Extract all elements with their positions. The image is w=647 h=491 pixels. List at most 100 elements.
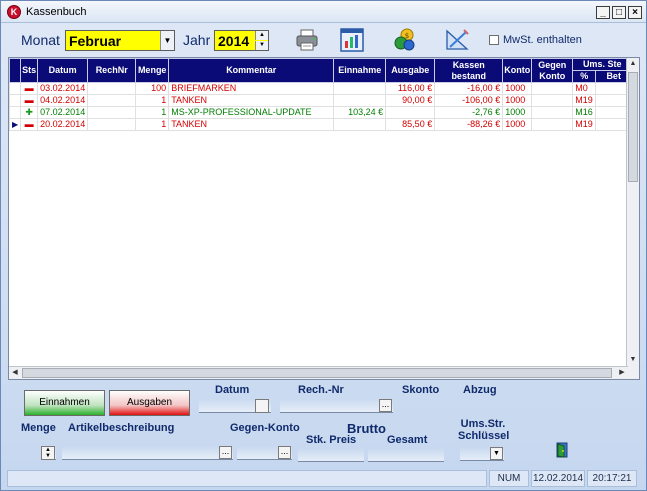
kommentar-cell[interactable]: TANKEN (168, 94, 335, 107)
ausgaben-button[interactable]: Ausgaben (109, 390, 190, 416)
kommentar-cell[interactable]: MS-XP-PROFESSIONAL-UPDATE (168, 106, 335, 119)
einnahme-cell[interactable] (333, 94, 387, 107)
gegenkonto-cell[interactable] (531, 106, 574, 119)
ust-pct-cell[interactable]: M19 (572, 94, 597, 107)
ausgabe-cell[interactable] (385, 106, 436, 119)
row-marker[interactable] (9, 106, 22, 119)
datum-cell[interactable]: 03.02.2014 (37, 82, 89, 95)
col-header-kommentar[interactable]: Kommentar (168, 58, 335, 83)
printer-icon[interactable] (294, 27, 320, 53)
menge-cell[interactable]: 100 (135, 82, 170, 95)
scroll-down-icon[interactable]: ▼ (627, 354, 639, 366)
chevron-down-icon[interactable]: ▼ (160, 31, 174, 50)
konto-cell[interactable]: 1000 (502, 94, 533, 107)
exit-door-icon[interactable] (554, 441, 572, 459)
ust-pct-cell[interactable]: M19 (572, 118, 597, 131)
row-marker[interactable] (9, 94, 22, 107)
kommentar-cell[interactable]: TANKEN (168, 118, 335, 131)
row-marker[interactable] (9, 82, 22, 95)
gegenkonto-cell[interactable] (531, 118, 574, 131)
einnahme-cell[interactable] (333, 118, 387, 131)
bestand-cell[interactable]: -106,00 € (434, 94, 504, 107)
datum-cell[interactable]: 07.02.2014 (37, 106, 89, 119)
col-header-einnahme[interactable]: Einnahme (333, 58, 387, 83)
ausgabe-cell[interactable]: 116,00 € (385, 82, 436, 95)
calendar-button-icon[interactable] (255, 399, 269, 413)
gegenkonto-cell[interactable] (531, 82, 574, 95)
kommentar-cell[interactable]: BRIEFMARKEN (168, 82, 335, 95)
datum-field[interactable] (199, 399, 271, 413)
col-header-pct[interactable]: % (572, 70, 597, 83)
spin-up-icon[interactable]: ▲ (255, 31, 268, 40)
horizontal-scrollbar[interactable]: ◀ ▶ (9, 366, 628, 379)
einnahme-cell[interactable]: 103,24 € (333, 106, 387, 119)
einnahmen-button[interactable]: Einnahmen (24, 390, 105, 416)
menge-cell[interactable]: 1 (135, 106, 170, 119)
col-header-menge[interactable]: Menge (135, 58, 170, 83)
col-header-sts[interactable]: Sts (20, 58, 39, 83)
maximize-button[interactable]: □ (612, 6, 626, 19)
einnahme-cell[interactable] (333, 82, 387, 95)
datum-cell[interactable]: 04.02.2014 (37, 94, 89, 107)
spin-down-icon[interactable]: ▼ (255, 41, 268, 50)
chevron-down-icon[interactable]: ▼ (490, 447, 503, 460)
chart-icon[interactable] (339, 27, 365, 53)
year-stepper[interactable]: 2014 ▲ ▼ (214, 30, 269, 51)
col-header-rechnr[interactable]: RechNr (87, 58, 137, 83)
scroll-up-icon[interactable]: ▲ (627, 58, 639, 70)
status-cell[interactable]: ▬ (20, 82, 39, 95)
gegenkonto-browse-icon[interactable]: ... (278, 446, 291, 459)
minimize-button[interactable]: _ (596, 6, 610, 19)
month-dropdown[interactable]: Februar ▼ (65, 30, 175, 51)
col-header-konto[interactable]: Konto (502, 58, 533, 83)
coins-icon[interactable]: $ (392, 27, 418, 53)
col-header-datum[interactable]: Datum (37, 58, 89, 83)
menge-cell[interactable]: 1 (135, 94, 170, 107)
vertical-scroll-thumb[interactable] (628, 72, 638, 182)
rechnr-cell[interactable] (87, 82, 137, 95)
ausgabe-cell[interactable]: 85,50 € (385, 118, 436, 131)
mwst-checkbox[interactable] (489, 35, 499, 45)
konto-cell[interactable]: 1000 (502, 82, 533, 95)
horizontal-scroll-thumb[interactable] (22, 368, 612, 378)
bestand-cell[interactable]: -2,76 € (434, 106, 504, 119)
table-row[interactable]: ▬ 03.02.2014 100 BRIEFMARKEN 116,00 € -16,00 … (9, 82, 633, 95)
rechnr-browse-icon[interactable]: ... (379, 399, 392, 412)
col-header-bestand[interactable]: Kassen bestand (434, 58, 504, 83)
table-row[interactable]: ▶ ▬ 20.02.2014 1 TANKEN 85,50 € -88,26 €1000 M1… (9, 118, 633, 131)
rechnr-cell[interactable] (87, 118, 137, 131)
status-cell[interactable]: ✚ (20, 106, 39, 119)
table-row[interactable]: ✚ 07.02.2014 1 MS-XP-PROFESSIONAL-UPDATE 103… (9, 106, 633, 119)
konto-cell[interactable]: 1000 (502, 118, 533, 131)
rechnr-cell[interactable] (87, 106, 137, 119)
artikel-browse-icon[interactable]: ... (219, 446, 232, 459)
rechnr-cell[interactable] (87, 94, 137, 107)
close-button[interactable]: × (628, 6, 642, 19)
row-marker[interactable]: ▶ (9, 118, 22, 131)
bestand-cell[interactable]: -88,26 € (434, 118, 504, 131)
table-row[interactable]: ▬ 04.02.2014 1 TANKEN 90,00 € -106,00 €1000 M1… (9, 94, 633, 107)
stkpreis-field[interactable] (298, 448, 364, 462)
col-header-gegenkonto[interactable]: Gegen Konto (531, 58, 574, 83)
col-header-umssteuer[interactable]: Ums. Ste (572, 58, 633, 71)
scroll-right-icon[interactable]: ▶ (616, 367, 628, 379)
menge-stepper[interactable]: ▲ ▼ (41, 446, 56, 460)
col-header-ausgabe[interactable]: Ausgabe (385, 58, 436, 83)
konto-cell[interactable]: 1000 (502, 106, 533, 119)
menge-spin-icon[interactable]: ▲ ▼ (41, 446, 55, 460)
gegenkonto-cell[interactable] (531, 94, 574, 107)
ruler-icon[interactable] (444, 27, 470, 53)
ausgabe-cell[interactable]: 90,00 € (385, 94, 436, 107)
datum-cell[interactable]: 20.02.2014 (37, 118, 89, 131)
vertical-scrollbar[interactable]: ▲ ▼ (626, 58, 639, 379)
status-cell[interactable]: ▬ (20, 94, 39, 107)
gegenkonto-field[interactable]: ... (237, 446, 292, 460)
ust-pct-cell[interactable]: M16 (572, 106, 597, 119)
umsstr-dropdown[interactable]: ▼ (460, 447, 504, 461)
menge-cell[interactable]: 1 (135, 118, 170, 131)
rechnr-field[interactable]: ... (280, 399, 393, 413)
status-cell[interactable]: ▬ (20, 118, 39, 131)
bestand-cell[interactable]: -16,00 € (434, 82, 504, 95)
artikel-field[interactable]: ... (62, 446, 233, 460)
ust-pct-cell[interactable]: M0 (572, 82, 597, 95)
